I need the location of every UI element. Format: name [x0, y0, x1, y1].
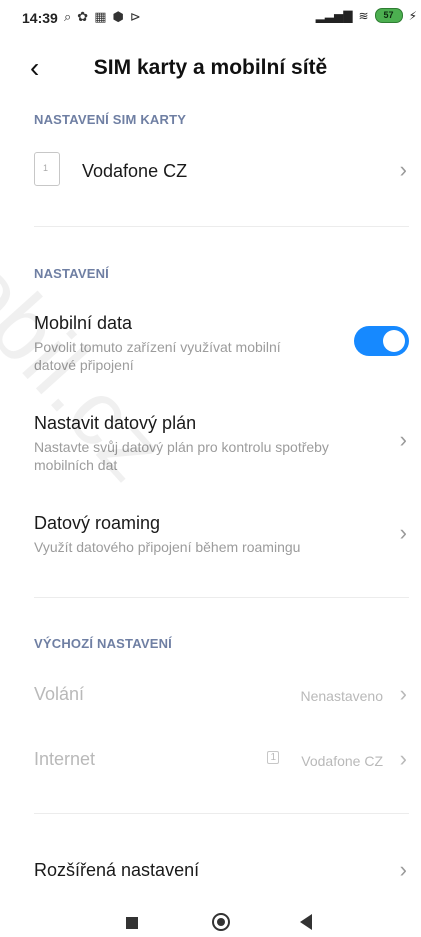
wifi-icon: ≋: [358, 8, 369, 23]
chevron-right-icon: ›: [399, 681, 407, 706]
sim-slot-badge: 1: [267, 751, 279, 764]
internet-label: Internet: [34, 749, 96, 769]
mobile-data-title: Mobilní data: [34, 313, 133, 333]
data-plan-item[interactable]: Nastavit datový plán Nastavte svůj datov…: [0, 405, 421, 485]
charging-icon: ⚡: [408, 8, 417, 23]
data-plan-title: Nastavit datový plán: [34, 413, 197, 433]
internet-default-item[interactable]: Internet Vodafone CZ 1 ›: [0, 741, 421, 781]
calls-value: Nenastaveno: [300, 688, 383, 704]
settings-gear-icon: ✿: [77, 9, 89, 24]
home-icon[interactable]: [212, 913, 230, 931]
status-icons-left: ⌕ ✿ ▦ ⬢ ⊳: [64, 9, 141, 25]
chevron-right-icon: ›: [399, 157, 407, 182]
section-sim-settings: NASTAVENÍ SIM KARTY: [34, 112, 187, 127]
internet-value: Vodafone CZ: [301, 753, 383, 769]
play-icon: ⊳: [129, 9, 141, 24]
data-roaming-subtitle: Využít datového připojení během roamingu: [34, 539, 301, 555]
section-settings: NASTAVENÍ: [34, 266, 109, 281]
shield-icon: ⬢: [112, 9, 124, 24]
chevron-right-icon: ›: [399, 857, 407, 882]
section-default-settings: VÝCHOZÍ NASTAVENÍ: [34, 636, 172, 651]
back-icon[interactable]: [300, 914, 312, 930]
app-header: ‹ SIM karty a mobilní sítě: [0, 50, 421, 90]
system-nav-bar: [0, 900, 421, 937]
data-plan-subtitle: Nastavte svůj datový plán pro kontrolu s…: [34, 439, 329, 473]
location-icon: ⌕: [64, 9, 72, 24]
battery-icon: 57: [374, 8, 403, 23]
mobile-data-item[interactable]: Mobilní data Povolit tomuto zařízení vyu…: [0, 305, 421, 385]
status-bar: 14:39 ⌕ ✿ ▦ ⬢ ⊳ ▂▃▅▇ ≋ 57 ⚡: [0, 0, 421, 36]
signal-icon: ▂▃▅▇: [315, 8, 353, 23]
divider: [34, 813, 409, 814]
sim-card-icon: 1: [34, 152, 60, 186]
data-roaming-item[interactable]: Datový roaming Využít datového připojení…: [0, 505, 421, 575]
status-time: 14:39: [22, 10, 58, 26]
calls-default-item[interactable]: Volání Nenastaveno ›: [0, 676, 421, 716]
calls-label: Volání: [34, 684, 85, 704]
status-icons-right: ▂▃▅▇ ≋ 57 ⚡: [316, 8, 417, 23]
grid-icon: ▦: [94, 9, 107, 24]
mobile-data-subtitle: Povolit tomuto zařízení využívat mobilní…: [34, 339, 281, 373]
advanced-settings-label: Rozšířená nastavení: [34, 860, 200, 880]
sim-card-item[interactable]: 1 Vodafone CZ ›: [0, 140, 421, 204]
advanced-settings-item[interactable]: Rozšířená nastavení ›: [0, 850, 421, 892]
divider: [34, 597, 409, 598]
sim-card-label: Vodafone CZ: [82, 161, 188, 181]
chevron-right-icon: ›: [399, 520, 407, 545]
mobile-data-toggle[interactable]: [354, 326, 409, 356]
recent-apps-icon[interactable]: [126, 917, 138, 929]
chevron-right-icon: ›: [399, 746, 407, 771]
data-roaming-title: Datový roaming: [34, 513, 161, 533]
divider: [34, 226, 409, 227]
chevron-right-icon: ›: [399, 427, 407, 452]
page-title: SIM karty a mobilní sítě: [93, 56, 328, 79]
toggle-knob: [383, 330, 405, 352]
